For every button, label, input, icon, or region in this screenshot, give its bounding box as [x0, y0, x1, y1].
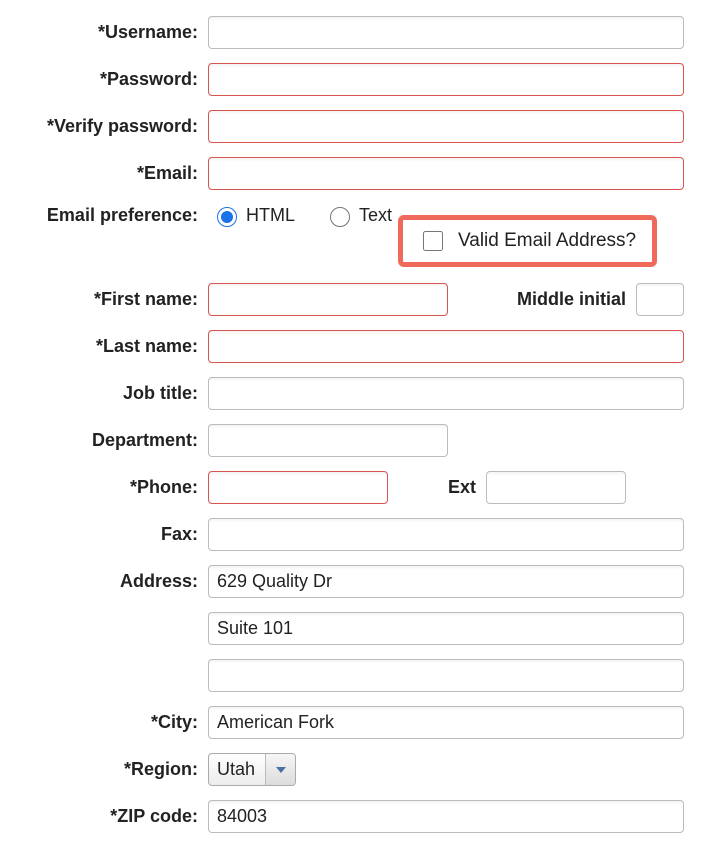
- label-region: *Region:: [18, 759, 208, 780]
- row-address3: [18, 659, 684, 692]
- row-last-name: *Last name:: [18, 330, 684, 363]
- select-region-value: Utah: [209, 754, 265, 785]
- row-valid-email: Valid Email Address?: [18, 223, 684, 269]
- input-ext[interactable]: [486, 471, 626, 504]
- label-verify-password: *Verify password:: [18, 116, 208, 137]
- input-department[interactable]: [208, 424, 448, 457]
- label-zip: *ZIP code:: [18, 806, 208, 827]
- row-email: *Email:: [18, 157, 684, 190]
- input-email[interactable]: [208, 157, 684, 190]
- input-address1[interactable]: [208, 565, 684, 598]
- label-phone: *Phone:: [18, 477, 208, 498]
- input-middle-initial[interactable]: [636, 283, 684, 316]
- input-username[interactable]: [208, 16, 684, 49]
- label-password: *Password:: [18, 69, 208, 90]
- label-ext: Ext: [448, 477, 476, 498]
- label-first-name: *First name:: [18, 289, 208, 310]
- input-last-name[interactable]: [208, 330, 684, 363]
- row-job-title: Job title:: [18, 377, 684, 410]
- label-valid-email: Valid Email Address?: [458, 230, 636, 252]
- row-verify-password: *Verify password:: [18, 110, 684, 143]
- label-email: *Email:: [18, 163, 208, 184]
- input-password[interactable]: [208, 63, 684, 96]
- row-phone: *Phone: Ext: [18, 471, 684, 504]
- input-job-title[interactable]: [208, 377, 684, 410]
- input-verify-password[interactable]: [208, 110, 684, 143]
- row-first-name: *First name: Middle initial: [18, 283, 684, 316]
- label-middle-initial: Middle initial: [517, 289, 626, 310]
- label-last-name: *Last name:: [18, 336, 208, 357]
- chevron-down-icon: [265, 754, 295, 785]
- input-phone[interactable]: [208, 471, 388, 504]
- row-fax: Fax:: [18, 518, 684, 551]
- input-city[interactable]: [208, 706, 684, 739]
- row-address2: [18, 612, 684, 645]
- select-region[interactable]: Utah: [208, 753, 296, 786]
- label-city: *City:: [18, 712, 208, 733]
- row-address1: Address:: [18, 565, 684, 598]
- row-region: *Region: Utah: [18, 753, 684, 786]
- input-first-name[interactable]: [208, 283, 448, 316]
- row-department: Department:: [18, 424, 684, 457]
- input-zip[interactable]: [208, 800, 684, 833]
- row-password: *Password:: [18, 63, 684, 96]
- label-job-title: Job title:: [18, 383, 208, 404]
- label-fax: Fax:: [18, 524, 208, 545]
- input-address2[interactable]: [208, 612, 684, 645]
- input-fax[interactable]: [208, 518, 684, 551]
- highlight-valid-email: Valid Email Address?: [398, 215, 657, 267]
- label-department: Department:: [18, 430, 208, 451]
- row-zip: *ZIP code:: [18, 800, 684, 833]
- row-city: *City:: [18, 706, 684, 739]
- input-address3[interactable]: [208, 659, 684, 692]
- checkbox-valid-email[interactable]: [423, 231, 443, 251]
- label-address: Address:: [18, 571, 208, 592]
- row-username: *Username:: [18, 16, 684, 49]
- label-username: *Username:: [18, 22, 208, 43]
